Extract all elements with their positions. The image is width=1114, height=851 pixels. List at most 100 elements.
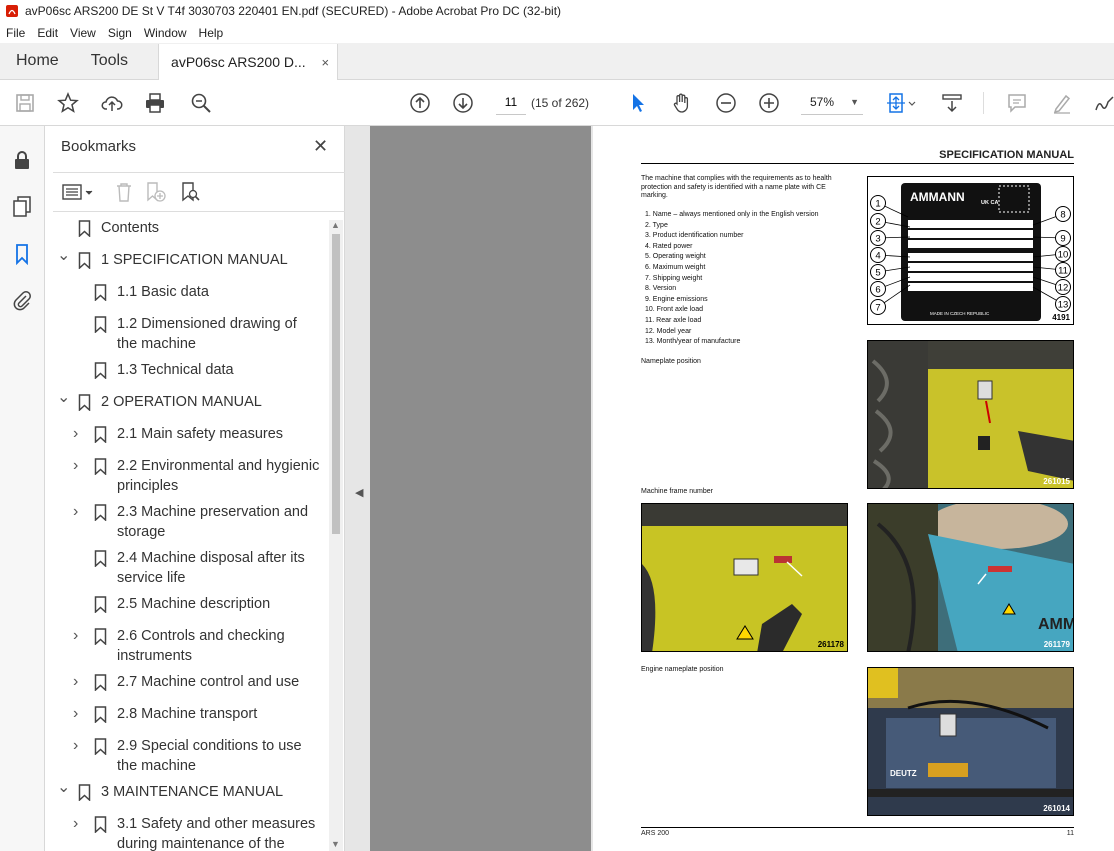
callout-number: 4 — [875, 251, 880, 262]
list-item: 7. Shipping weight — [645, 274, 703, 282]
pdf-page: SPECIFICATION MANUAL The machine that co… — [593, 126, 1114, 851]
fit-page-icon[interactable] — [884, 91, 918, 115]
bookmark-label: 3 MAINTENANCE MANUAL — [101, 784, 284, 800]
pdf-header-title: SPECIFICATION MANUAL — [939, 149, 1074, 161]
bookmark-label: 2.4 Machine disposal after its — [117, 550, 305, 566]
plate-brand: AMMANN — [910, 190, 965, 204]
bookmark-item[interactable]: › 2.8 Machine transport — [45, 704, 329, 726]
select-cursor-icon[interactable] — [626, 91, 650, 115]
bookmark-item[interactable]: › 2.9 Special conditions to use the machin… — [45, 736, 329, 778]
bookmark-item[interactable]: 2.4 Machine disposal after its service li… — [45, 548, 329, 590]
bookmark-label: 1 SPECIFICATION MANUAL — [101, 252, 288, 268]
bookmark-icon — [94, 550, 107, 567]
bookmark-item[interactable]: 1.1 Basic data — [45, 282, 329, 304]
chevron-down-icon[interactable]: ⌄ — [57, 780, 70, 796]
bookmark-item[interactable]: › 2.3 Machine preservation and storage — [45, 502, 329, 544]
new-bookmark-icon[interactable] — [145, 181, 167, 203]
bookmark-item[interactable]: › 2.2 Environmental and hygienic principle… — [45, 456, 329, 498]
navigation-rail — [0, 126, 45, 851]
tab-tools[interactable]: Tools — [75, 43, 144, 79]
bookmark-item[interactable]: › 2.1 Main safety measures — [45, 424, 329, 446]
hand-tool-icon[interactable] — [670, 91, 694, 115]
attachment-icon[interactable] — [10, 288, 34, 312]
lock-icon[interactable] — [10, 148, 34, 172]
caption-frame-number: Machine frame number — [641, 488, 713, 495]
find-bookmark-icon[interactable] — [179, 181, 201, 203]
bookmark-icon — [78, 784, 91, 801]
scroll-down-icon[interactable]: ▼ — [331, 839, 340, 849]
callout-number: 7 — [875, 303, 880, 314]
chevron-down-icon[interactable]: ⌄ — [57, 390, 70, 406]
close-tab-icon[interactable]: × — [321, 55, 329, 70]
toolbar: (15 of 262) 57% ▼ — [0, 80, 1114, 126]
bookmark-label-line2: during maintenance of the — [117, 836, 285, 851]
sign-icon[interactable] — [1092, 91, 1114, 115]
collapse-panel-icon[interactable]: ◀ — [355, 486, 363, 499]
chevron-right-icon[interactable]: › — [73, 814, 85, 834]
print-icon[interactable] — [143, 91, 167, 115]
comment-icon[interactable] — [1005, 91, 1029, 115]
photo-engine-image: DEUTZ — [868, 668, 1073, 815]
menu-help[interactable]: Help — [193, 26, 230, 40]
menu-edit[interactable]: Edit — [31, 26, 64, 40]
zoom-out-icon[interactable] — [714, 91, 738, 115]
scrollbar-thumb[interactable] — [332, 234, 340, 534]
bookmarks-scrollbar[interactable]: ▲ ▼ — [329, 220, 343, 851]
bookmark-item[interactable]: › 2.6 Controls and checking instruments — [45, 626, 329, 668]
save-icon[interactable] — [13, 91, 37, 115]
scroll-up-icon[interactable]: ▲ — [331, 220, 340, 230]
bookmark-item[interactable]: ⌄ 2 OPERATION MANUAL — [45, 390, 329, 414]
chevron-right-icon[interactable]: › — [73, 424, 85, 444]
upload-cloud-icon[interactable] — [100, 91, 124, 115]
bookmark-item[interactable]: Contents — [45, 218, 329, 240]
bookmark-item[interactable]: › 3.1 Safety and other measures during mai… — [45, 814, 329, 851]
delete-bookmark-icon[interactable] — [113, 181, 135, 203]
tab-home[interactable]: Home — [0, 43, 75, 79]
chevron-right-icon[interactable]: › — [73, 502, 85, 522]
page-thumbnails-icon[interactable] — [10, 194, 34, 218]
photo-engine-nameplate: DEUTZ 261014 — [867, 667, 1074, 816]
chevron-right-icon[interactable]: › — [73, 736, 85, 756]
bookmark-label: 3.1 Safety and other measures — [117, 816, 316, 832]
highlight-pen-icon[interactable] — [1050, 91, 1074, 115]
bookmark-options-icon[interactable] — [61, 181, 95, 203]
bookmark-label-line2: principles — [117, 478, 179, 494]
photo-nameplate-position: 261015 — [867, 340, 1074, 489]
bookmark-label-line2: service life — [117, 570, 186, 586]
chevron-down-icon[interactable]: ⌄ — [57, 248, 70, 264]
previous-page-icon[interactable] — [408, 91, 432, 115]
acrobat-icon — [6, 5, 18, 17]
bookmark-label: 2.3 Machine preservation and — [117, 504, 309, 520]
tab-document[interactable]: avP06sc ARS200 D... × — [158, 44, 339, 80]
bookmark-item[interactable]: › 2.7 Machine control and use — [45, 672, 329, 694]
zoom-search-icon[interactable] — [189, 91, 213, 115]
star-icon[interactable] — [56, 91, 80, 115]
toolbar-separator — [983, 92, 984, 114]
bookmark-item[interactable]: ⌄ 3 MAINTENANCE MANUAL — [45, 780, 329, 804]
bookmark-label: 1.1 Basic data — [117, 284, 209, 300]
zoom-dropdown[interactable]: 57% ▼ — [801, 90, 863, 115]
bookmark-item[interactable]: 1.2 Dimensioned drawing of the machine — [45, 314, 329, 356]
chevron-right-icon[interactable]: › — [73, 672, 85, 692]
bookmark-item[interactable]: 1.3 Technical data — [45, 360, 329, 382]
chevron-right-icon[interactable]: › — [73, 626, 85, 646]
close-panel-icon[interactable]: ✕ — [313, 136, 328, 157]
menu-file[interactable]: File — [0, 26, 31, 40]
menu-sign[interactable]: Sign — [102, 26, 138, 40]
menu-window[interactable]: Window — [138, 26, 193, 40]
next-page-icon[interactable] — [451, 91, 475, 115]
bookmark-icon — [78, 252, 91, 269]
menu-view[interactable]: View — [64, 26, 102, 40]
bookmark-panel-icon[interactable] — [10, 242, 34, 266]
page-number-input[interactable] — [496, 90, 526, 115]
bookmark-item[interactable]: 2.5 Machine description — [45, 594, 329, 616]
list-item: 13. Month/year of manufacture — [645, 338, 741, 346]
photo-number: 261179 — [1043, 640, 1070, 649]
scroll-mode-icon[interactable] — [940, 91, 964, 115]
bookmark-item[interactable]: ⌄ 1 SPECIFICATION MANUAL — [45, 248, 329, 272]
zoom-in-icon[interactable] — [757, 91, 781, 115]
callout-number: 6 — [875, 285, 880, 296]
chevron-right-icon[interactable]: › — [73, 704, 85, 724]
tab-bar: Home Tools avP06sc ARS200 D... × — [0, 43, 1114, 80]
chevron-right-icon[interactable]: › — [73, 456, 85, 476]
